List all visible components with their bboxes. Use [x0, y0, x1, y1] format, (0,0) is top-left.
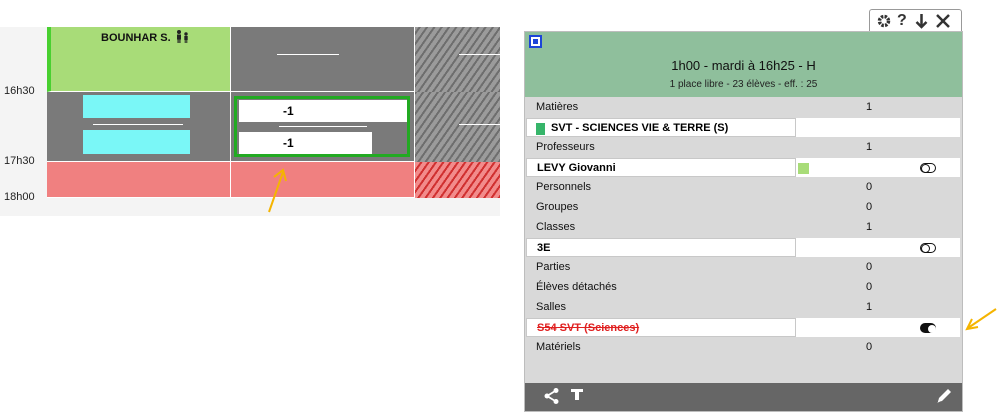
- row-count: 0: [866, 181, 873, 193]
- toggle-icon[interactable]: [920, 323, 936, 333]
- section-professeurs[interactable]: Professeurs 1: [526, 138, 960, 157]
- cell-line: [93, 124, 183, 125]
- section-parties[interactable]: Parties 0: [526, 258, 960, 277]
- text-icon[interactable]: [571, 387, 583, 407]
- row-count: 0: [866, 281, 873, 293]
- value-box: [795, 118, 960, 137]
- row-label: Parties: [536, 261, 571, 273]
- course-cell-grey-left[interactable]: [47, 92, 231, 162]
- professeur-item[interactable]: LEVY Giovanni: [526, 158, 960, 177]
- course-value-bottom: -1: [239, 132, 372, 154]
- panel-footer: [525, 383, 962, 411]
- row-count: 1: [866, 221, 873, 233]
- section-salles[interactable]: Salles 1: [526, 298, 960, 317]
- row-count: 0: [866, 201, 873, 213]
- unavailable-hatch-red: [415, 162, 500, 198]
- course-summary-subtitle: 1 place libre - 23 élèves - eff. : 25: [669, 79, 818, 90]
- cell-line: [279, 126, 367, 127]
- row-count: 1: [866, 301, 873, 313]
- row-label: Professeurs: [536, 141, 595, 153]
- teacher-label: BOUNHAR S.: [101, 30, 191, 46]
- unavailable-hatch-middle: [415, 92, 500, 162]
- section-classes[interactable]: Classes 1: [526, 218, 960, 237]
- row-label: Matériels: [536, 341, 581, 353]
- course-detail-panel: 1h00 - mardi à 16h25 - H 1 place libre -…: [524, 31, 963, 412]
- salle-item[interactable]: S54 SVT (Sciences): [526, 318, 960, 337]
- row-label: SVT - SCIENCES VIE & TERRE (S): [551, 122, 729, 134]
- section-groupes[interactable]: Groupes 0: [526, 198, 960, 217]
- time-label-18h00: 18h00: [4, 191, 35, 203]
- share-icon[interactable]: [543, 387, 561, 411]
- cell-line: [459, 54, 500, 55]
- annotation-arrow-icon: [268, 168, 287, 213]
- teacher-color-icon: [798, 163, 809, 174]
- time-label-16h30: 16h30: [4, 85, 35, 97]
- row-label: Salles: [536, 301, 566, 313]
- row-label: 3E: [537, 242, 551, 254]
- timetable-grid: 16h30 17h30 18h00 BOUNHAR S. -1 -1: [0, 27, 500, 216]
- classe-item[interactable]: 3E: [526, 238, 960, 257]
- toggle-icon[interactable]: [920, 163, 936, 173]
- row-label: Personnels: [536, 181, 592, 193]
- cell-line: [459, 124, 500, 125]
- row-count: 0: [866, 341, 873, 353]
- time-label-17h30: 17h30: [4, 155, 35, 167]
- red-cell-right: [231, 162, 415, 198]
- teacher-name: BOUNHAR S.: [101, 32, 171, 44]
- selected-course[interactable]: -1 -1: [234, 96, 410, 157]
- section-personnels[interactable]: Personnels 0: [526, 178, 960, 197]
- row-label: Matières: [536, 101, 579, 113]
- help-icon[interactable]: ?: [897, 11, 907, 31]
- unavailable-hatch-top: [415, 27, 500, 92]
- row-count: 1: [866, 141, 873, 153]
- cyan-block-top: [83, 95, 190, 118]
- cell-line: [277, 54, 339, 55]
- row-label: LEVY Giovanni: [537, 162, 616, 174]
- section-materiels[interactable]: Matériels 0: [526, 338, 960, 357]
- cyan-block-bottom: [83, 130, 190, 154]
- course-summary-title: 1h00 - mardi à 16h25 - H: [671, 58, 816, 73]
- section-eleves-detaches[interactable]: Élèves détachés 0: [526, 278, 960, 297]
- row-label: Groupes: [536, 201, 579, 213]
- annotation-arrow-icon: [965, 308, 997, 331]
- section-matieres[interactable]: Matières 1: [526, 98, 960, 117]
- matiere-item[interactable]: SVT - SCIENCES VIE & TERRE (S): [526, 118, 960, 137]
- row-label: S54 SVT (Sciences): [537, 322, 640, 334]
- pencil-icon[interactable]: [935, 387, 953, 411]
- row-label: Élèves détachés: [536, 281, 617, 293]
- subject-color-icon: [536, 123, 545, 135]
- course-value-top: -1: [239, 100, 407, 122]
- course-cell-grey-top[interactable]: [231, 27, 415, 92]
- course-cell-bounhar[interactable]: BOUNHAR S.: [47, 27, 231, 92]
- row-label: Classes: [536, 221, 576, 233]
- people-icon: [175, 30, 191, 46]
- row-count: 1: [866, 101, 873, 113]
- toggle-icon[interactable]: [920, 243, 936, 253]
- row-count: 0: [866, 261, 873, 273]
- panel-toolbar: ?: [869, 9, 962, 32]
- panel-header: 1h00 - mardi à 16h25 - H 1 place libre -…: [525, 32, 962, 97]
- red-cell-left: [47, 162, 231, 198]
- select-checkbox-icon[interactable]: [529, 35, 542, 48]
